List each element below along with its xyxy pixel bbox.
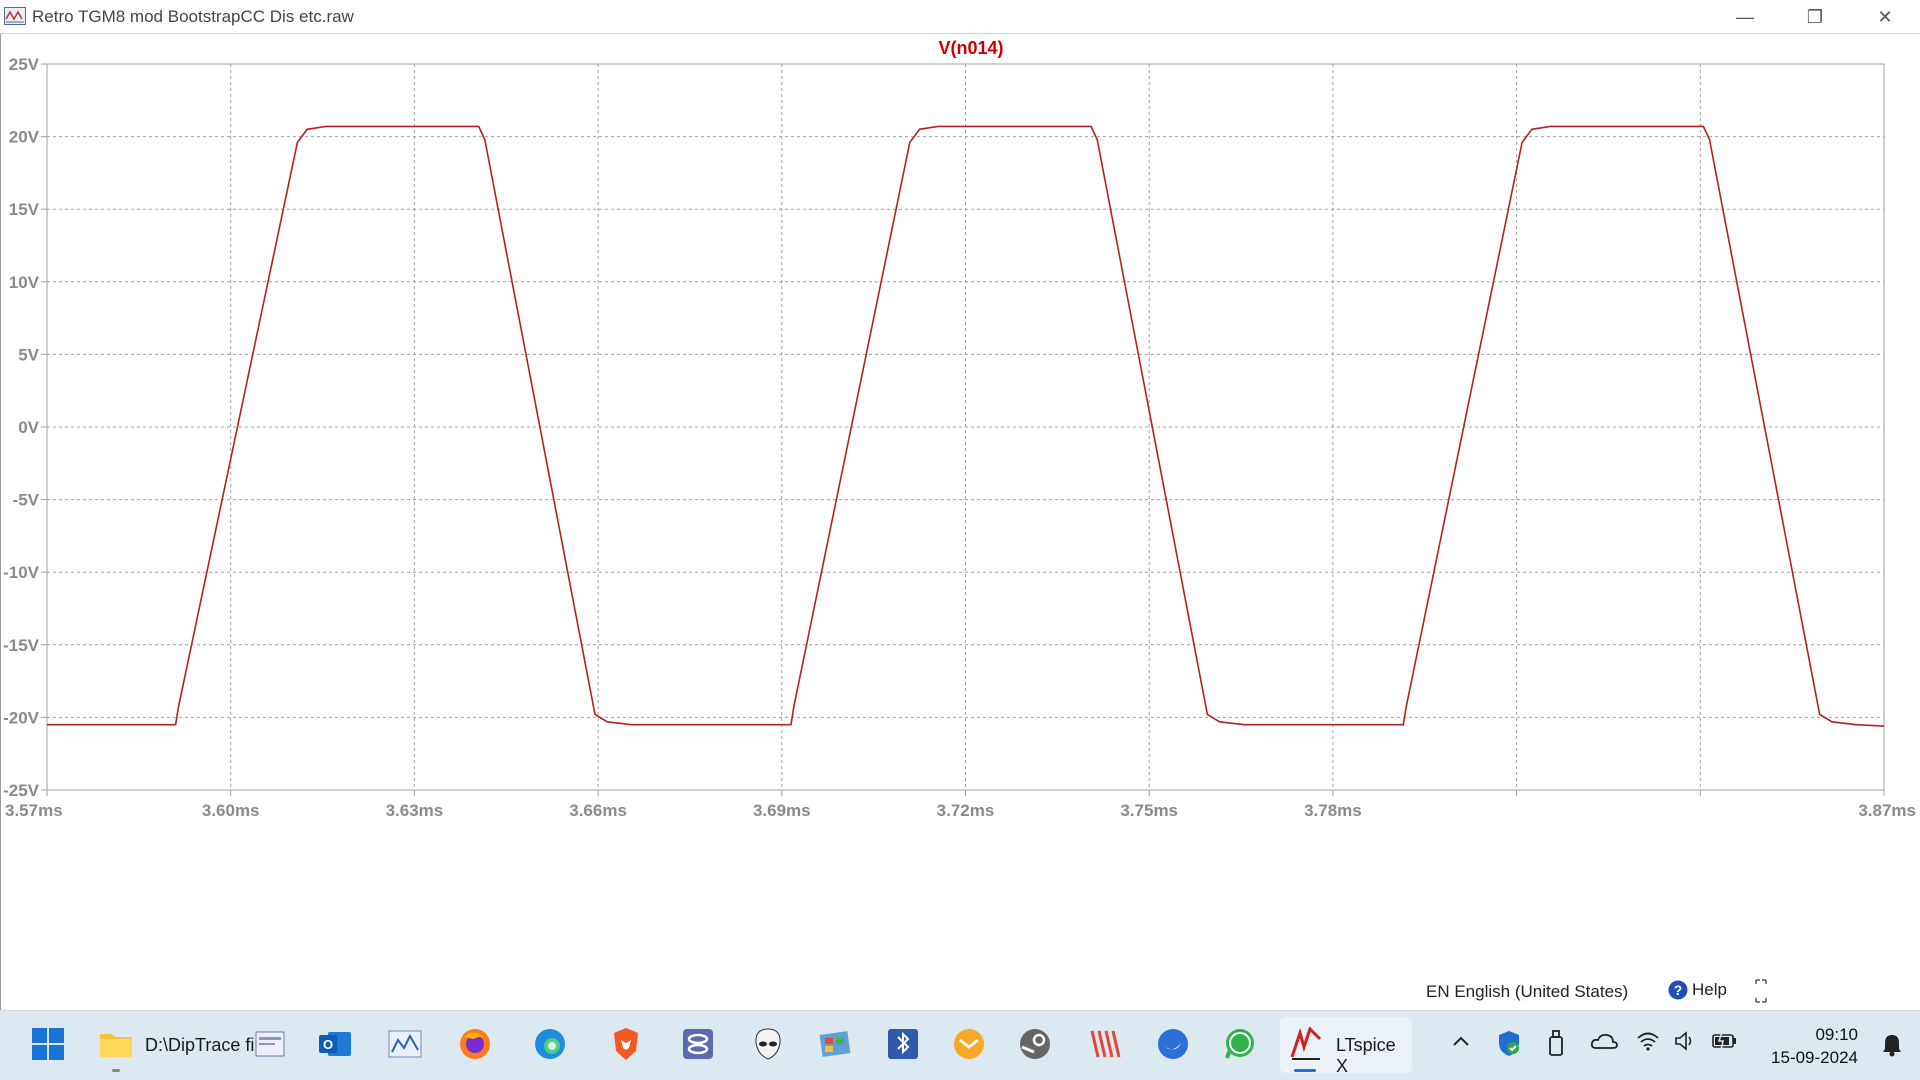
plot-grid xyxy=(46,63,1885,791)
x-tick-label: 3.66ms xyxy=(569,801,627,820)
clock-time: 09:10 xyxy=(1815,1025,1858,1044)
window-title: Retro TGM8 mod BootstrapCC Dis etc.raw xyxy=(32,7,354,26)
y-tick-label: -20V xyxy=(3,708,40,727)
x-tick-label: 3.69ms xyxy=(753,801,811,820)
x-tick-label: 3.75ms xyxy=(1120,801,1178,820)
system-clock[interactable]: 09:10 15-09-2024 xyxy=(1771,1023,1858,1069)
app-ring-icon[interactable] xyxy=(678,1024,718,1064)
running-indicator xyxy=(112,1069,120,1072)
y-tick-label: -15V xyxy=(3,636,40,655)
start-button[interactable] xyxy=(28,1024,68,1064)
tray-overflow-chevron-icon[interactable] xyxy=(1452,1033,1470,1053)
x-tick-label: 3.60ms xyxy=(202,801,260,820)
defender-shield-icon[interactable] xyxy=(1497,1029,1521,1062)
help-label: Help xyxy=(1692,980,1727,999)
y-tick-label: 0V xyxy=(18,418,39,437)
maximize-button[interactable]: ❐ xyxy=(1780,0,1850,34)
ltspice-icon xyxy=(1290,1027,1322,1060)
waveform-plot-pane[interactable]: 25V 20V 15V 10V 5V 0V -5V -10V -15V -20V -25V 3.57… xyxy=(0,34,1920,1010)
alien-app-icon[interactable] xyxy=(748,1024,788,1064)
x-tick-label: 3.57ms xyxy=(5,801,63,820)
window-title-bar: Retro TGM8 mod BootstrapCC Dis etc.raw —… xyxy=(0,0,1920,34)
y-tick-label: 20V xyxy=(9,128,40,147)
y-tick-label: 15V xyxy=(9,200,40,219)
waveform-chart[interactable]: 25V 20V 15V 10V 5V 0V -5V -10V -15V -20V -25V 3.57… xyxy=(1,34,1919,1010)
minimize-icon: — xyxy=(1736,6,1754,27)
y-axis-ticks: 25V 20V 15V 10V 5V 0V -5V -10V -15V -20V -25V xyxy=(3,55,47,800)
svg-text:?: ? xyxy=(1674,982,1683,998)
chart-title: V(n014) xyxy=(938,38,1003,58)
steam-icon[interactable] xyxy=(1015,1024,1055,1064)
svg-text:O: O xyxy=(323,1037,333,1052)
window-thumbnail-icon[interactable] xyxy=(250,1024,290,1064)
firefox-icon[interactable] xyxy=(455,1024,495,1064)
x-axis-ticks: 3.57ms 3.60ms 3.63ms 3.66ms 3.69ms 3.72ms 3.75… xyxy=(5,790,1916,820)
control-panel-icon[interactable] xyxy=(815,1024,855,1064)
brave-icon[interactable] xyxy=(606,1024,646,1064)
close-button[interactable]: ✕ xyxy=(1850,0,1920,34)
y-tick-label: 5V xyxy=(18,345,39,364)
file-explorer-button[interactable] xyxy=(96,1024,136,1064)
onedrive-cloud-icon[interactable] xyxy=(1590,1031,1618,1056)
ltspice-task-label: LTspice X xyxy=(1336,1035,1396,1076)
y-tick-label: 10V xyxy=(9,273,40,292)
y-tick-label: -10V xyxy=(3,563,40,582)
wifi-icon[interactable] xyxy=(1636,1031,1660,1056)
y-tick-label: -25V xyxy=(3,781,40,800)
minimize-button[interactable]: — xyxy=(1710,0,1780,34)
folder-icon xyxy=(100,1034,132,1057)
clock-date: 15-09-2024 xyxy=(1771,1048,1858,1067)
language-indicator[interactable]: EN English (United States) xyxy=(1426,982,1628,1002)
x-tick-label: 3.72ms xyxy=(937,801,995,820)
chart-app-icon[interactable] xyxy=(385,1024,425,1064)
volume-icon[interactable] xyxy=(1674,1031,1696,1056)
usb-device-icon[interactable] xyxy=(1547,1029,1565,1062)
stripes-app-icon[interactable] xyxy=(1085,1024,1125,1064)
outlook-icon[interactable]: O xyxy=(315,1024,355,1064)
bluetooth-app-icon[interactable] xyxy=(883,1024,923,1064)
resize-grip-icon[interactable] xyxy=(1754,978,1768,1004)
windows-taskbar: D:\DipTrace file O LTspice X 09:10 15-09… xyxy=(0,1010,1920,1080)
ltspice-task-button[interactable]: LTspice X xyxy=(1280,1017,1412,1076)
active-indicator xyxy=(1294,1069,1316,1072)
x-tick-label: 3.63ms xyxy=(386,801,444,820)
edge-icon[interactable] xyxy=(530,1024,570,1064)
windows-logo-icon xyxy=(32,1028,64,1060)
orange-envelope-icon[interactable] xyxy=(949,1024,989,1064)
help-button[interactable]: ? Help xyxy=(1668,980,1727,1000)
help-icon: ? xyxy=(1668,980,1688,1000)
waveform-viewer-icon xyxy=(4,7,26,25)
close-icon: ✕ xyxy=(1877,6,1893,27)
restore-icon: ❐ xyxy=(1806,6,1824,27)
y-tick-label: 25V xyxy=(9,55,40,74)
whatsapp-icon[interactable] xyxy=(1220,1024,1260,1064)
x-tick-label: 3.78ms xyxy=(1304,801,1362,820)
y-tick-label: -5V xyxy=(13,491,40,510)
battery-icon[interactable] xyxy=(1712,1031,1738,1055)
x-tick-label: 3.87ms xyxy=(1858,801,1916,820)
blue-app-icon[interactable] xyxy=(1153,1024,1193,1064)
notification-bell-icon[interactable] xyxy=(1882,1033,1902,1062)
